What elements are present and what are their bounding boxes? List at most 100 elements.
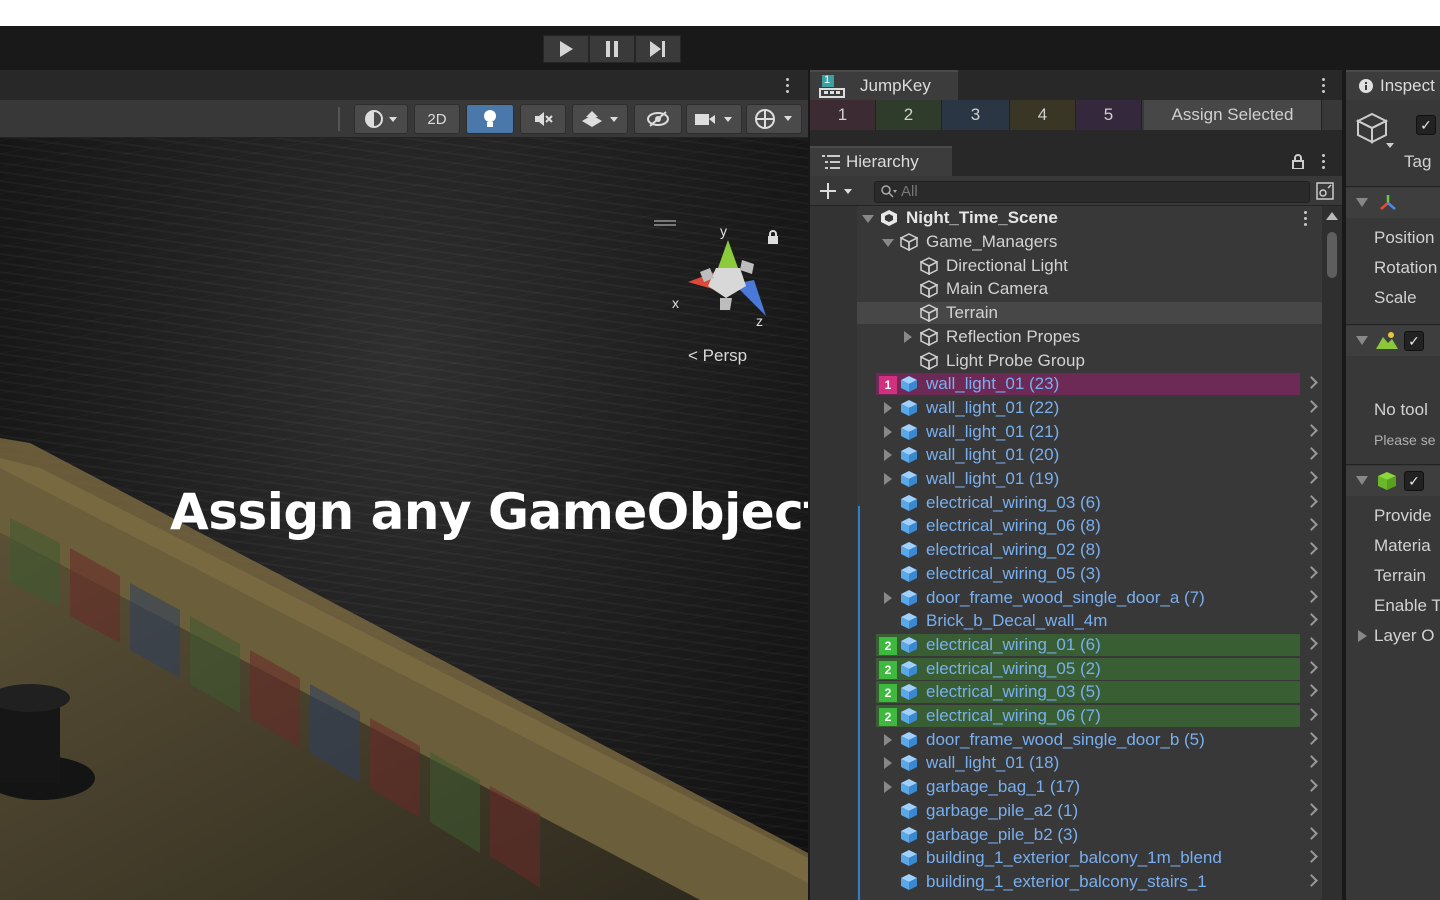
hierarchy-lock-icon[interactable] — [1292, 154, 1304, 169]
hierarchy-row[interactable]: wall_light_01 (19) — [810, 467, 1322, 491]
hierarchy-menu-icon[interactable] — [1322, 154, 1326, 172]
scene-search-icon[interactable] — [1316, 182, 1334, 200]
mode-2d-button[interactable]: 2D — [414, 104, 460, 134]
hierarchy-scrollbar[interactable] — [1322, 206, 1342, 900]
scene-row[interactable]: Night_Time_Scene — [810, 206, 1322, 230]
transform-header[interactable] — [1346, 188, 1440, 218]
collapse-arrow-icon[interactable] — [882, 239, 894, 247]
hierarchy-tree[interactable]: Night_Time_Scene Game_Managers Directiona… — [810, 206, 1322, 900]
drag-handle[interactable] — [654, 220, 676, 222]
chevron-right-icon[interactable] — [1305, 684, 1318, 698]
chevron-right-icon[interactable] — [1305, 400, 1318, 413]
hierarchy-row[interactable]: Directional Light — [810, 254, 1322, 278]
expand-arrow-icon[interactable] — [904, 330, 912, 343]
hierarchy-tab[interactable]: Hierarchy — [810, 146, 952, 176]
hierarchy-row[interactable]: Light Probe Group — [810, 349, 1322, 373]
chevron-right-icon[interactable] — [1305, 708, 1318, 721]
hierarchy-row[interactable]: 2 electrical_wiring_01 (6) — [810, 633, 1322, 657]
chevron-right-icon[interactable] — [1305, 376, 1318, 390]
inspector-tab[interactable]: Inspect — [1346, 70, 1440, 100]
hierarchy-row[interactable]: Main Camera — [810, 277, 1322, 301]
collider-enabled-checkbox[interactable]: ✓ — [1404, 471, 1424, 491]
draw-mode-button[interactable] — [354, 104, 408, 134]
chevron-right-icon[interactable] — [1305, 589, 1318, 603]
hierarchy-row[interactable]: door_frame_wood_single_door_b (5) — [810, 728, 1322, 752]
hierarchy-row[interactable]: 1 wall_light_01 (23) — [810, 372, 1322, 396]
chevron-right-icon[interactable] — [1305, 565, 1318, 579]
chevron-right-icon[interactable] — [1305, 423, 1318, 437]
jumpkey-button-1[interactable]: 1 — [810, 100, 876, 130]
hierarchy-row[interactable]: wall_light_01 (22) — [810, 396, 1322, 420]
scene-menu-icon[interactable] — [786, 78, 790, 96]
scene-viewport[interactable]: y x z < Persp Assign any GameObjects — [0, 138, 808, 900]
hierarchy-row[interactable]: electrical_wiring_06 (8) — [810, 514, 1322, 538]
hierarchy-row[interactable]: electrical_wiring_05 (3) — [810, 562, 1322, 586]
jumpkey-button-5[interactable]: 5 — [1076, 100, 1142, 130]
play-button[interactable] — [543, 35, 589, 63]
scene-row-menu-icon[interactable] — [1304, 211, 1308, 229]
assign-selected-button[interactable]: Assign Selected — [1144, 100, 1322, 130]
orientation-gizmo[interactable]: y x z — [670, 220, 780, 330]
hierarchy-row[interactable]: door_frame_wood_single_door_a (7) — [810, 586, 1322, 610]
expand-arrow-icon[interactable] — [884, 781, 892, 794]
hierarchy-search-input[interactable]: All — [874, 181, 1310, 203]
jumpkey-button-4[interactable]: 4 — [1010, 100, 1076, 130]
hierarchy-row[interactable]: 2 electrical_wiring_03 (5) — [810, 680, 1322, 704]
hierarchy-row[interactable]: garbage_pile_b2 (3) — [810, 823, 1322, 847]
jumpkey-tab[interactable]: 1 JumpKey — [810, 70, 958, 100]
gizmos-button[interactable] — [746, 104, 802, 134]
chevron-right-icon[interactable] — [1305, 779, 1318, 792]
jumpkey-button-3[interactable]: 3 — [942, 100, 1010, 130]
hierarchy-row[interactable]: Game_Managers — [810, 230, 1322, 254]
hierarchy-row[interactable]: 2 electrical_wiring_05 (2) — [810, 657, 1322, 681]
jumpkey-button-2[interactable]: 2 — [876, 100, 942, 130]
lighting-toggle[interactable] — [466, 104, 514, 134]
effects-button[interactable] — [572, 104, 628, 134]
expand-arrow-icon[interactable] — [884, 757, 892, 770]
expand-arrow-icon[interactable] — [1358, 630, 1368, 642]
jumpkey-menu-icon[interactable] — [1322, 78, 1326, 96]
audio-toggle[interactable] — [520, 104, 566, 134]
expand-arrow-icon[interactable] — [884, 401, 892, 414]
chevron-right-icon[interactable] — [1305, 494, 1318, 508]
hierarchy-row[interactable]: wall_light_01 (18) — [810, 751, 1322, 775]
hierarchy-row[interactable]: Brick_b_Decal_wall_4m — [810, 609, 1322, 633]
expand-arrow-icon[interactable] — [884, 425, 892, 438]
gizmo-lock-icon[interactable] — [767, 230, 779, 244]
hierarchy-row[interactable]: Reflection Propes — [810, 325, 1322, 349]
expand-arrow-icon[interactable] — [884, 591, 892, 604]
chevron-right-icon[interactable] — [1305, 518, 1318, 532]
expand-arrow-icon[interactable] — [884, 733, 892, 746]
scrollbar-thumb[interactable] — [1327, 232, 1337, 278]
chevron-right-icon[interactable] — [1305, 613, 1318, 627]
chevron-right-icon[interactable] — [1305, 471, 1318, 484]
step-button[interactable] — [635, 35, 681, 63]
terrain-tools-header[interactable]: ✓ — [1346, 326, 1440, 356]
chevron-right-icon[interactable] — [1305, 731, 1318, 745]
hierarchy-row[interactable]: wall_light_01 (21) — [810, 420, 1322, 444]
projection-toggle[interactable]: < Persp — [688, 346, 747, 366]
chevron-right-icon[interactable] — [1305, 447, 1318, 461]
hierarchy-row[interactable]: wall_light_01 (20) — [810, 443, 1322, 467]
chevron-right-icon[interactable] — [1305, 874, 1318, 887]
camera-settings-button[interactable] — [686, 104, 742, 134]
hierarchy-row[interactable]: electrical_wiring_02 (8) — [810, 538, 1322, 562]
terrain-collider-header[interactable]: ✓ — [1346, 466, 1440, 496]
chevron-right-icon[interactable] — [1305, 755, 1318, 769]
hierarchy-row[interactable]: Terrain — [810, 301, 1322, 325]
hierarchy-row[interactable]: 2 electrical_wiring_06 (7) — [810, 704, 1322, 728]
chevron-right-icon[interactable] — [1305, 826, 1318, 840]
hierarchy-row[interactable]: building_1_exterior_balcony_stairs_1 — [810, 870, 1322, 894]
chevron-right-icon[interactable] — [1305, 850, 1318, 864]
chevron-right-icon[interactable] — [1305, 637, 1318, 650]
add-dropdown-icon[interactable] — [818, 181, 856, 201]
visibility-toggle[interactable] — [634, 104, 682, 134]
expand-arrow-icon[interactable] — [884, 473, 892, 485]
hierarchy-row[interactable]: electrical_wiring_03 (6) — [810, 491, 1322, 515]
expand-arrow-icon[interactable] — [884, 449, 892, 462]
chevron-right-icon[interactable] — [1305, 802, 1318, 816]
chevron-right-icon[interactable] — [1305, 542, 1318, 555]
hierarchy-row[interactable]: garbage_pile_a2 (1) — [810, 799, 1322, 823]
scroll-up-icon[interactable] — [1326, 212, 1338, 220]
terrain-enabled-checkbox[interactable]: ✓ — [1404, 331, 1424, 351]
